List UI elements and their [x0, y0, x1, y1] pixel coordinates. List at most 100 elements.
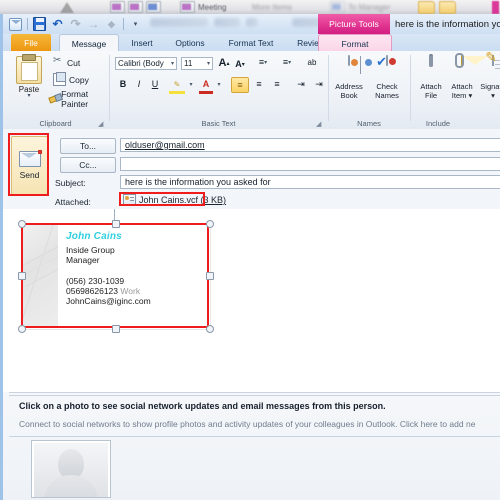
paste-dropdown-icon[interactable]: ▾ [11, 93, 47, 99]
tab-format-text[interactable]: Format Text [217, 34, 285, 51]
bold-button[interactable]: B [117, 77, 129, 91]
signature-line1: Signatu [480, 82, 500, 91]
compose-header: Send To... olduser@gmail.com Cc... Subje… [3, 129, 500, 210]
italic-button[interactable]: I [133, 77, 145, 91]
text-highlight-button[interactable]: ✎ [169, 77, 185, 94]
save-icon[interactable] [33, 17, 46, 31]
align-right-button[interactable]: ≡ [269, 77, 285, 91]
next-icon[interactable]: ◆ [105, 18, 118, 31]
background-folder-icon [439, 0, 456, 14]
background-item-more: More Items [252, 2, 293, 12]
message-icon[interactable] [9, 17, 22, 31]
quick-access-toolbar[interactable]: ↶ ↷ → ◆ ▾ [3, 14, 142, 34]
basic-text-group-label: Basic Text [201, 119, 236, 128]
numbering-button[interactable]: ≡ ▾ [277, 55, 297, 69]
attach-file-button[interactable]: Attach File [414, 54, 448, 100]
cut-label: Cut [67, 57, 81, 68]
send-icon [18, 150, 42, 167]
align-center-button[interactable]: ≡ [251, 77, 267, 91]
check-names-line1: Check [376, 82, 398, 91]
align-left-button[interactable]: ≡ [231, 77, 249, 93]
ribbon-tab-row: File Message Insert Options Format Text … [3, 34, 500, 52]
resize-handle-top-left[interactable] [18, 220, 26, 228]
people-pane-subtext[interactable]: Connect to social networks to show profi… [19, 419, 475, 429]
chevron-down-icon[interactable]: ▾ [171, 60, 174, 67]
resize-handle-middle-right[interactable] [206, 272, 214, 280]
address-book-button[interactable]: Address Book [332, 55, 366, 100]
copy-label: Copy [69, 74, 89, 85]
outlook-compose-window: Meeting More Items To Manager ↶ ↷ → ◆ ▾ … [0, 0, 500, 500]
avatar[interactable] [31, 440, 111, 498]
send-label: Send [19, 170, 40, 180]
customize-quick-access-icon[interactable]: ▾ [129, 18, 142, 31]
increase-indent-button[interactable]: ⇥ [311, 77, 327, 91]
people-pane: Click on a photo to see social network u… [3, 392, 500, 500]
undo-icon[interactable]: ↶ [51, 18, 64, 31]
font-size-value: 11 [184, 59, 193, 68]
to-field[interactable]: olduser@gmail.com [120, 138, 500, 152]
signature-line2: ▾ [491, 91, 495, 100]
format-painter-label: Format Painter [61, 89, 89, 109]
shrink-font-button[interactable]: A ▾ [233, 57, 247, 71]
attachment-item[interactable]: John Cains.vcf (3 KB) [123, 194, 226, 206]
background-meeting-icon [180, 1, 195, 13]
cut-button[interactable]: Cut [53, 55, 81, 68]
qat-divider [27, 18, 28, 30]
names-group-label: Names [357, 119, 381, 128]
resize-handle-top-center[interactable] [112, 220, 120, 228]
forward-icon[interactable]: → [87, 18, 100, 31]
subject-field[interactable]: here is the information you asked for [120, 175, 500, 189]
resize-handle-bottom-right[interactable] [206, 325, 214, 333]
paste-button[interactable]: Paste ▾ [11, 54, 47, 99]
send-button[interactable]: Send [11, 136, 48, 195]
signature-button[interactable]: Signatu ▾ [476, 55, 500, 100]
font-size-combo[interactable]: 11 ▾ [181, 57, 213, 70]
grow-font-button[interactable]: A ▴ [217, 56, 231, 70]
chevron-down-icon[interactable]: ▾ [207, 60, 210, 67]
qat-divider [123, 18, 124, 30]
pane-divider [9, 436, 500, 437]
attachment-name: John Cains.vcf (3 KB) [139, 195, 227, 205]
decrease-indent-button[interactable]: ⇥ [293, 77, 309, 91]
bullets-button[interactable]: ≡ ▾ [253, 55, 273, 69]
font-color-dropdown-icon[interactable]: ▾ [215, 77, 223, 91]
tab-options[interactable]: Options [165, 34, 215, 51]
copy-button[interactable]: Copy [53, 72, 89, 86]
resize-handle-bottom-center[interactable] [112, 325, 120, 333]
compose-window: ↶ ↷ → ◆ ▾ Picture Tools here is the info… [0, 14, 500, 500]
message-body[interactable]: John Cains Inside Group Manager (056) 23… [3, 209, 500, 393]
background-folder-icon [418, 0, 435, 14]
clipboard-dialog-launcher-icon[interactable]: ◢ [98, 120, 105, 128]
to-button[interactable]: To... [60, 138, 116, 154]
redo-icon[interactable]: ↷ [69, 18, 82, 31]
people-pane-headline: Click on a photo to see social network u… [19, 401, 386, 411]
font-color-button[interactable]: A [199, 77, 213, 94]
resize-handle-bottom-left[interactable] [18, 325, 26, 333]
pane-divider [9, 395, 500, 396]
tab-message[interactable]: Message [59, 34, 119, 52]
underline-button[interactable]: U [149, 77, 161, 91]
ribbon-group-names: Address Book Check Names Names [330, 51, 408, 129]
check-names-button[interactable]: Check Names [370, 55, 404, 100]
background-mail-icon [128, 1, 143, 13]
font-name-combo[interactable]: Calibri (Body ▾ [115, 57, 177, 70]
tab-insert[interactable]: Insert [121, 34, 163, 51]
attach-item-button[interactable]: Attach Item ▾ [445, 55, 479, 100]
tab-file[interactable]: File [11, 34, 51, 51]
background-manager-icon [330, 1, 345, 13]
resize-handle-middle-left[interactable] [18, 272, 26, 280]
grow-font-label: A [218, 57, 227, 69]
clear-formatting-button[interactable]: ab [305, 55, 319, 69]
cc-field[interactable] [120, 157, 500, 171]
resize-handle-top-right[interactable] [206, 220, 214, 228]
check-names-icon [386, 55, 388, 66]
brush-icon [49, 94, 58, 105]
highlight-dropdown-icon[interactable]: ▾ [187, 77, 195, 91]
title-bar: ↶ ↷ → ◆ ▾ Picture Tools here is the info… [3, 14, 500, 34]
background-item-meeting: Meeting [198, 2, 227, 12]
tab-format[interactable]: Format [318, 34, 392, 52]
basic-text-dialog-launcher-icon[interactable]: ◢ [316, 120, 323, 128]
format-painter-button[interactable]: Format Painter [49, 89, 108, 109]
font-name-value: Calibri (Body [118, 59, 164, 68]
cc-button[interactable]: Cc... [60, 157, 116, 173]
